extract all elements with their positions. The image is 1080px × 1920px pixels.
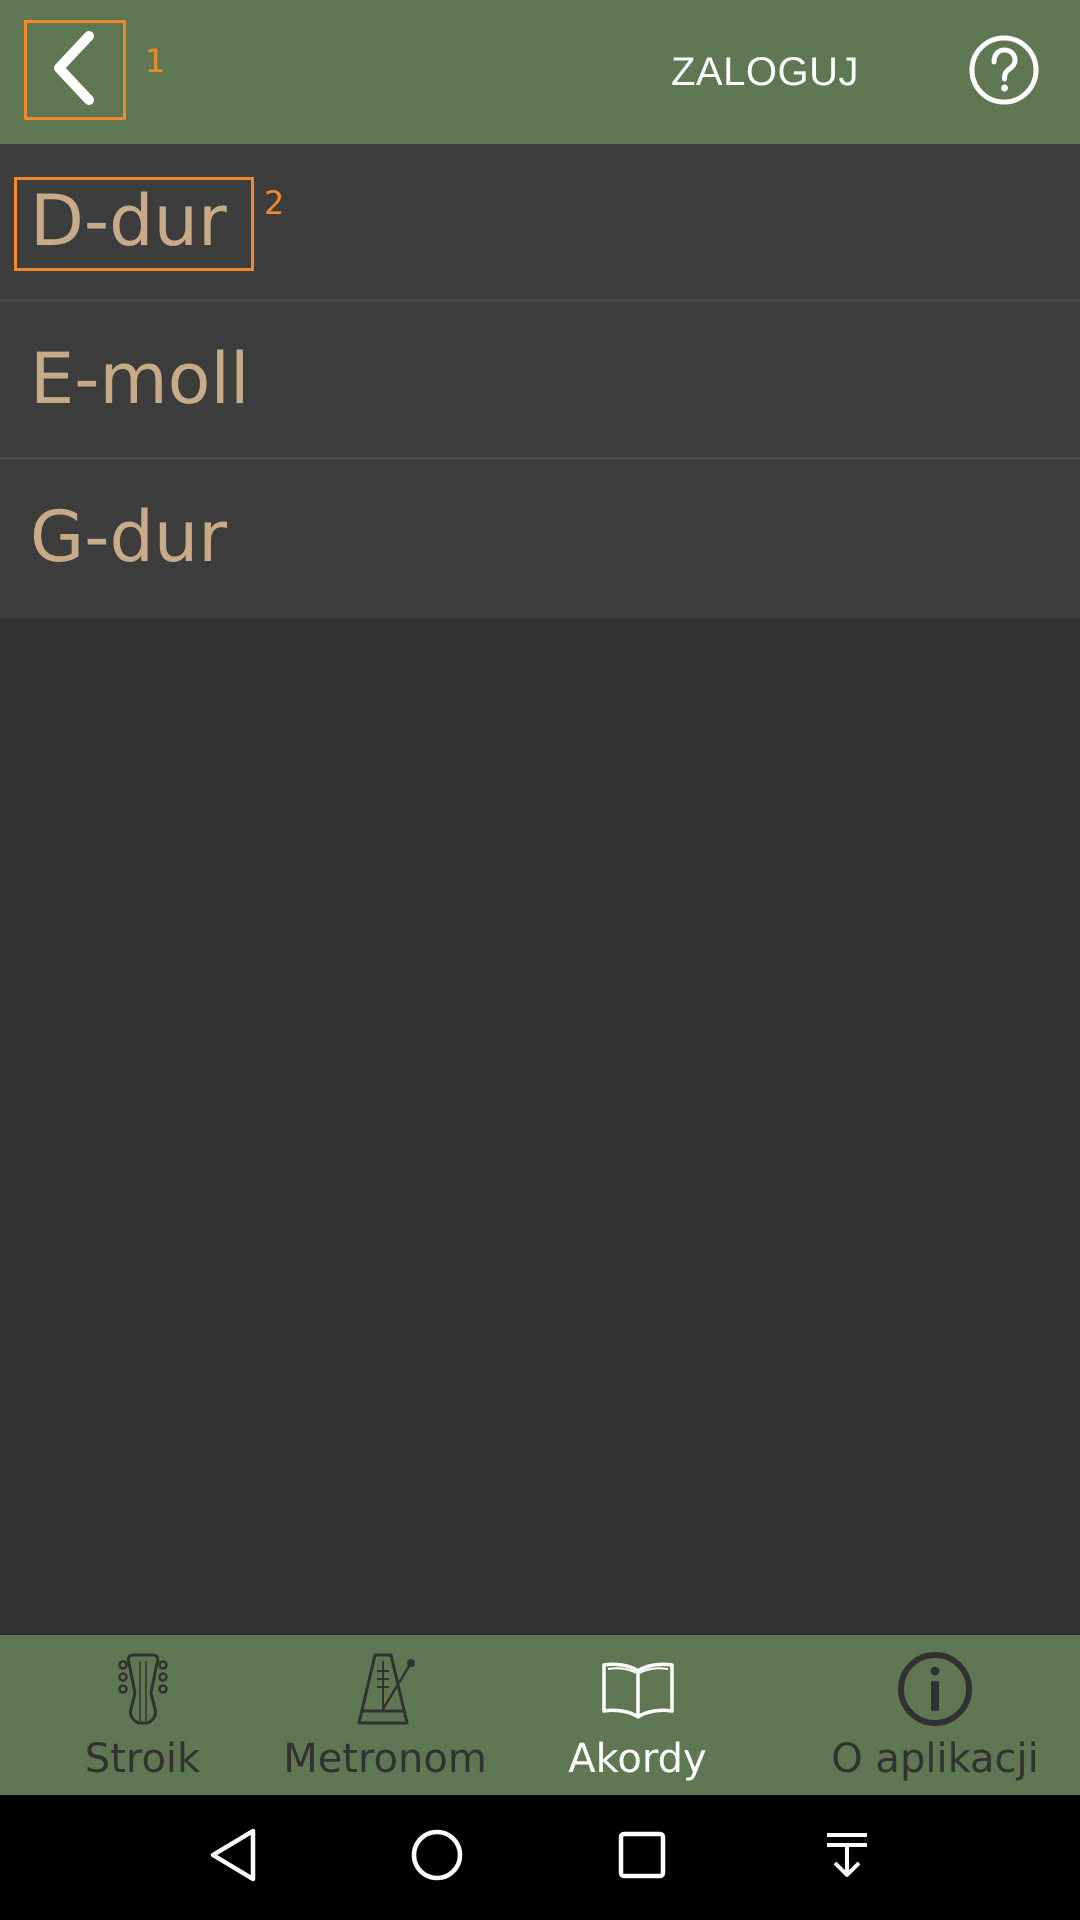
- info-icon: [895, 1649, 975, 1729]
- system-notifications-button[interactable]: [815, 1825, 879, 1889]
- top-app-bar: 1 ZALOGUJ: [0, 0, 1080, 144]
- system-navigation-bar: [0, 1795, 1080, 1920]
- nav-label: Stroik: [84, 1736, 201, 1782]
- chevron-left-icon: [45, 28, 105, 112]
- notifications-pulldown-icon: [815, 1823, 879, 1891]
- annotation-marker-1: 1: [145, 42, 166, 80]
- back-button[interactable]: [24, 20, 126, 120]
- nav-item-metronom[interactable]: Metronom: [283, 1635, 487, 1795]
- guitar-headstock-icon: [103, 1649, 183, 1729]
- back-triangle-icon: [203, 1823, 267, 1891]
- bottom-navigation: Stroik Metronom Akordy O aplikacji: [0, 1635, 1080, 1795]
- metronome-icon: [345, 1649, 425, 1729]
- nav-label: Akordy: [568, 1736, 707, 1782]
- nav-label: Metronom: [283, 1736, 487, 1782]
- login-button[interactable]: ZALOGUJ: [660, 40, 870, 104]
- home-circle-icon: [405, 1823, 469, 1891]
- chord-item-e-moll[interactable]: E-moll: [0, 302, 1080, 460]
- help-button[interactable]: [968, 34, 1040, 110]
- question-circle-icon: [968, 34, 1040, 110]
- nav-item-akordy[interactable]: Akordy: [485, 1635, 790, 1795]
- system-home-button[interactable]: [405, 1825, 469, 1889]
- chord-label: E-moll: [30, 338, 250, 420]
- chord-item-d-dur[interactable]: D-dur: [0, 144, 1080, 302]
- nav-item-stroik[interactable]: Stroik: [0, 1635, 285, 1795]
- system-back-button[interactable]: [203, 1825, 267, 1889]
- chord-item-g-dur[interactable]: G-dur: [0, 460, 1080, 618]
- app-screen: 1 ZALOGUJ D-dur E-moll G-dur 2 Stroik Me…: [0, 0, 1080, 1920]
- nav-item-o-aplikacji[interactable]: O aplikacji: [790, 1635, 1080, 1795]
- recents-square-icon: [610, 1823, 674, 1891]
- nav-label: O aplikacji: [831, 1736, 1039, 1782]
- chord-label: G-dur: [30, 496, 228, 578]
- system-recents-button[interactable]: [610, 1825, 674, 1889]
- chord-label: D-dur: [30, 180, 227, 262]
- chord-list: D-dur E-moll G-dur: [0, 144, 1080, 618]
- open-book-icon: [598, 1649, 678, 1729]
- annotation-marker-2: 2: [264, 184, 285, 222]
